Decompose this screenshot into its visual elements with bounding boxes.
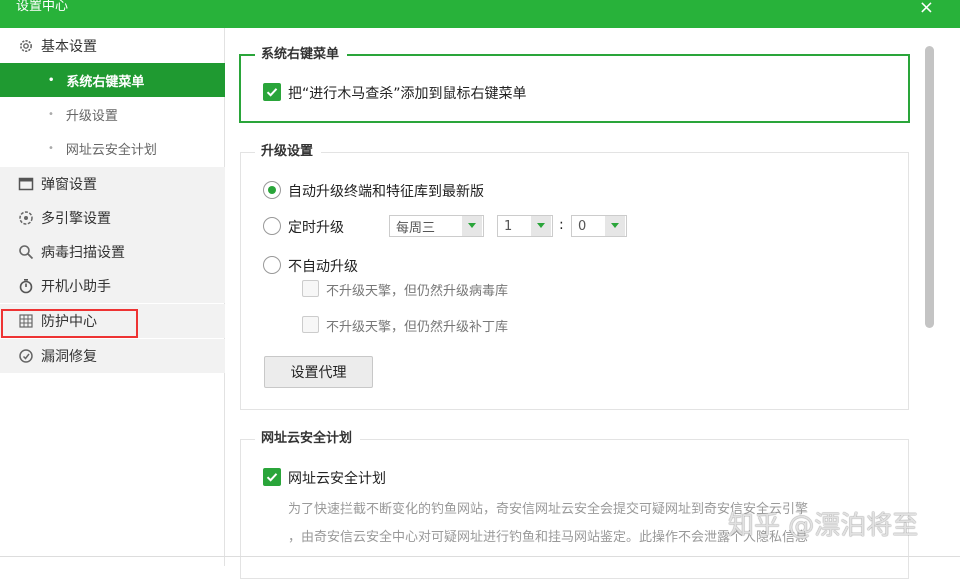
patch-icon (17, 347, 35, 365)
bottom-divider (0, 556, 960, 557)
time-colon: : (559, 217, 564, 233)
sidebar-sub-label: 网址云安全计划 (65, 142, 157, 158)
timer-icon (17, 277, 35, 295)
engine-icon (17, 209, 35, 227)
title-bar: 设置中心 × (0, 0, 960, 28)
group-title: 系统右键菜单 (255, 46, 348, 64)
sidebar-item-label: 病毒扫描设置 (41, 245, 125, 261)
no-auto-upgrade-radio[interactable] (263, 256, 281, 274)
hour-select-value: 1 (504, 218, 513, 234)
minute-select[interactable]: 0 (571, 215, 627, 237)
sidebar-item-multi-engine[interactable]: 多引擎设置 (0, 201, 225, 235)
sidebar-item-popup[interactable]: 弹窗设置 (0, 167, 225, 201)
patch-db-only-checkbox[interactable] (302, 316, 319, 333)
context-menu-group: 系统右键菜单 把“进行木马查杀”添加到鼠标右键菜单 (239, 46, 910, 123)
check-icon (266, 88, 278, 97)
auto-upgrade-label: 自动升级终端和特征库到最新版 (288, 184, 484, 200)
sidebar-item-label: 多引擎设置 (41, 211, 111, 227)
hour-select[interactable]: 1 (497, 215, 553, 237)
context-menu-checkbox[interactable] (263, 83, 281, 101)
scrollbar-thumb[interactable] (925, 46, 934, 328)
set-proxy-button[interactable]: 设置代理 (264, 356, 373, 388)
context-menu-label: 把“进行木马查杀”添加到鼠标右键菜单 (288, 86, 527, 102)
sidebar-sub-label: 升级设置 (65, 108, 118, 124)
sidebar: 基本设置 • 系统右键菜单 • 升级设置 • 网址云安全计划 弹窗设置 多引擎设… (0, 28, 225, 566)
day-select-value: 每周三 (396, 220, 436, 236)
chevron-down-icon (462, 216, 482, 236)
cloud-security-checkbox[interactable] (263, 468, 281, 486)
sidebar-item-label: 基本设置 (41, 39, 97, 55)
group-title: 升级设置 (255, 143, 322, 161)
virus-db-only-label: 不升级天擎，但仍然升级病毒库 (326, 284, 509, 299)
sidebar-sub-label: 系统右键菜单 (66, 74, 145, 90)
sidebar-item-basic-settings[interactable]: 基本设置 (0, 29, 225, 63)
sidebar-sub-cloud[interactable]: • 网址云安全计划 (0, 131, 225, 165)
cloud-security-label: 网址云安全计划 (288, 471, 386, 487)
sidebar-item-label: 漏洞修复 (41, 349, 97, 365)
scheduled-upgrade-radio[interactable] (263, 217, 281, 235)
scheduled-upgrade-label: 定时升级 (288, 220, 344, 236)
sidebar-sub-upgrade[interactable]: • 升级设置 (0, 97, 225, 131)
group-title: 网址云安全计划 (255, 430, 361, 448)
upgrade-group: 升级设置 自动升级终端和特征库到最新版 定时升级 每周三 1 : 0 不自动升级… (240, 143, 909, 410)
settings-content: 系统右键菜单 把“进行木马查杀”添加到鼠标右键菜单 升级设置 自动升级终端和特征… (226, 28, 926, 579)
watermark-text: 知乎 @漂泊将至 (728, 511, 919, 541)
gear-icon (17, 37, 35, 55)
virus-db-only-checkbox[interactable] (302, 280, 319, 297)
window-icon (17, 175, 35, 193)
search-icon (17, 243, 35, 261)
day-select[interactable]: 每周三 (389, 215, 484, 237)
chevron-down-icon (605, 216, 625, 236)
highlight-box (1, 309, 138, 338)
bullet-icon: • (48, 108, 54, 120)
sidebar-sub-context-menu[interactable]: • 系统右键菜单 (0, 63, 225, 97)
close-icon[interactable]: × (919, 0, 934, 18)
bullet-icon: • (48, 74, 55, 86)
patch-db-only-label: 不升级天擎，但仍然升级补丁库 (326, 320, 509, 335)
minute-select-value: 0 (578, 218, 587, 234)
auto-upgrade-radio[interactable] (263, 181, 281, 199)
window-title: 设置中心 (16, 0, 69, 14)
sidebar-item-vuln-fix[interactable]: 漏洞修复 (0, 339, 225, 373)
sidebar-item-virus-scan[interactable]: 病毒扫描设置 (0, 235, 225, 269)
sidebar-item-label: 弹窗设置 (41, 177, 97, 193)
sidebar-item-startup-assistant[interactable]: 开机小助手 (0, 269, 225, 303)
sidebar-item-label: 开机小助手 (41, 279, 111, 295)
bullet-icon: • (48, 142, 54, 154)
chevron-down-icon (531, 216, 551, 236)
check-icon (266, 473, 278, 482)
no-auto-upgrade-label: 不自动升级 (288, 259, 358, 275)
